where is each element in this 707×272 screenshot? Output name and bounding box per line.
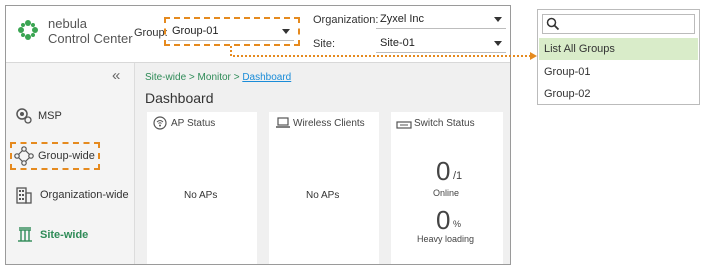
group-dropdown-panel: List All Groups Group-01 Group-02: [537, 9, 700, 105]
dropdown-option-group-02[interactable]: Group-02: [539, 83, 698, 105]
dropdown-option-list-all-groups[interactable]: List All Groups: [539, 38, 698, 60]
dropdown-search-input[interactable]: [542, 14, 695, 34]
dropdown-option-group-01[interactable]: Group-01: [539, 61, 698, 83]
search-icon: [546, 17, 560, 36]
